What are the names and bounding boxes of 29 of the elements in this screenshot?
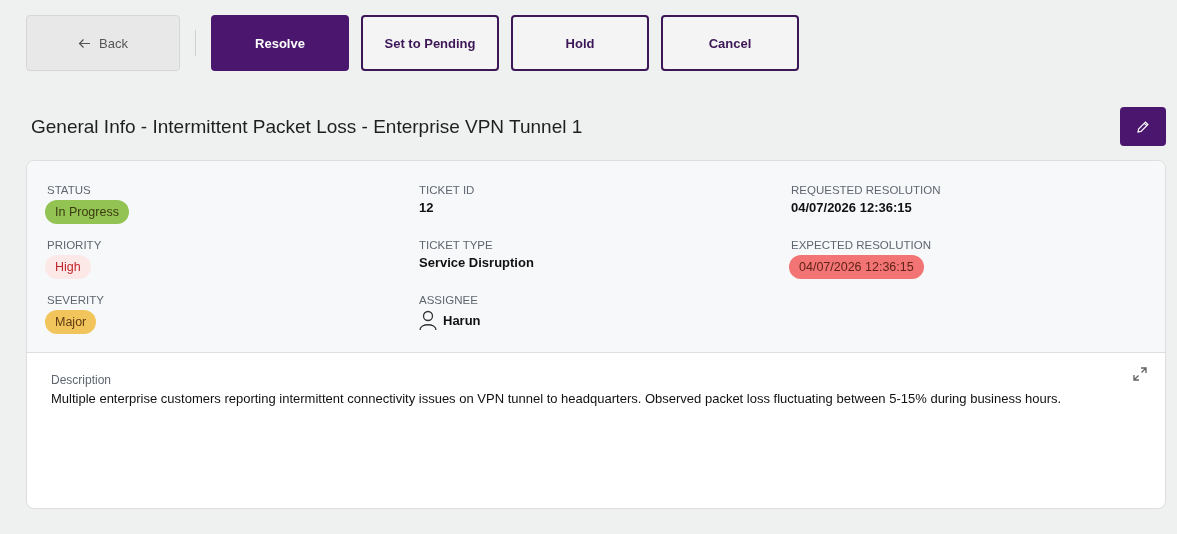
status-badge: High bbox=[45, 255, 91, 279]
field-label: EXPECTED RESOLUTION bbox=[791, 239, 931, 251]
field-label: REQUESTED RESOLUTION bbox=[791, 184, 941, 196]
back-button[interactable]: Back bbox=[26, 15, 180, 71]
page-title: General Info - Intermittent Packet Loss - Enterprise VPN Tunnel 1 bbox=[31, 115, 583, 138]
pencil-icon bbox=[1136, 119, 1150, 134]
arrow-left-icon bbox=[78, 37, 92, 49]
status-badge: Major bbox=[45, 310, 97, 334]
action-button[interactable]: Cancel bbox=[661, 15, 799, 71]
field-label: TICKET ID bbox=[419, 184, 475, 196]
status-badge: In Progress bbox=[45, 200, 129, 224]
status-badge: 04/07/2026 12:36:15 bbox=[789, 255, 924, 279]
field-label: ASSIGNEE bbox=[419, 294, 478, 306]
description-label: Description bbox=[51, 373, 113, 387]
action-button[interactable]: Resolve bbox=[211, 15, 349, 71]
expand-icon[interactable] bbox=[1133, 367, 1147, 381]
action-button[interactable]: Set to Pending bbox=[361, 15, 499, 71]
field-value: 04/07/2026 12:36:15 bbox=[791, 200, 912, 215]
description-text: Multiple enterprise customers reporting intermittent connectivity issues on VPN tunnel to headquarters. Observed packet loss fluctuating between 5-15% during business hours. bbox=[51, 390, 1063, 408]
field-label: SEVERITY bbox=[47, 294, 104, 306]
field-label: TICKET TYPE bbox=[419, 239, 493, 251]
field-value: Harun bbox=[443, 312, 481, 328]
action-button[interactable]: Hold bbox=[511, 15, 649, 71]
field-value: Service Disruption bbox=[419, 255, 534, 270]
edit-button[interactable] bbox=[1120, 107, 1166, 146]
user-icon bbox=[419, 310, 437, 330]
field-label: PRIORITY bbox=[47, 239, 102, 251]
field-value: 12 bbox=[419, 200, 434, 215]
field-label: STATUS bbox=[47, 184, 91, 196]
